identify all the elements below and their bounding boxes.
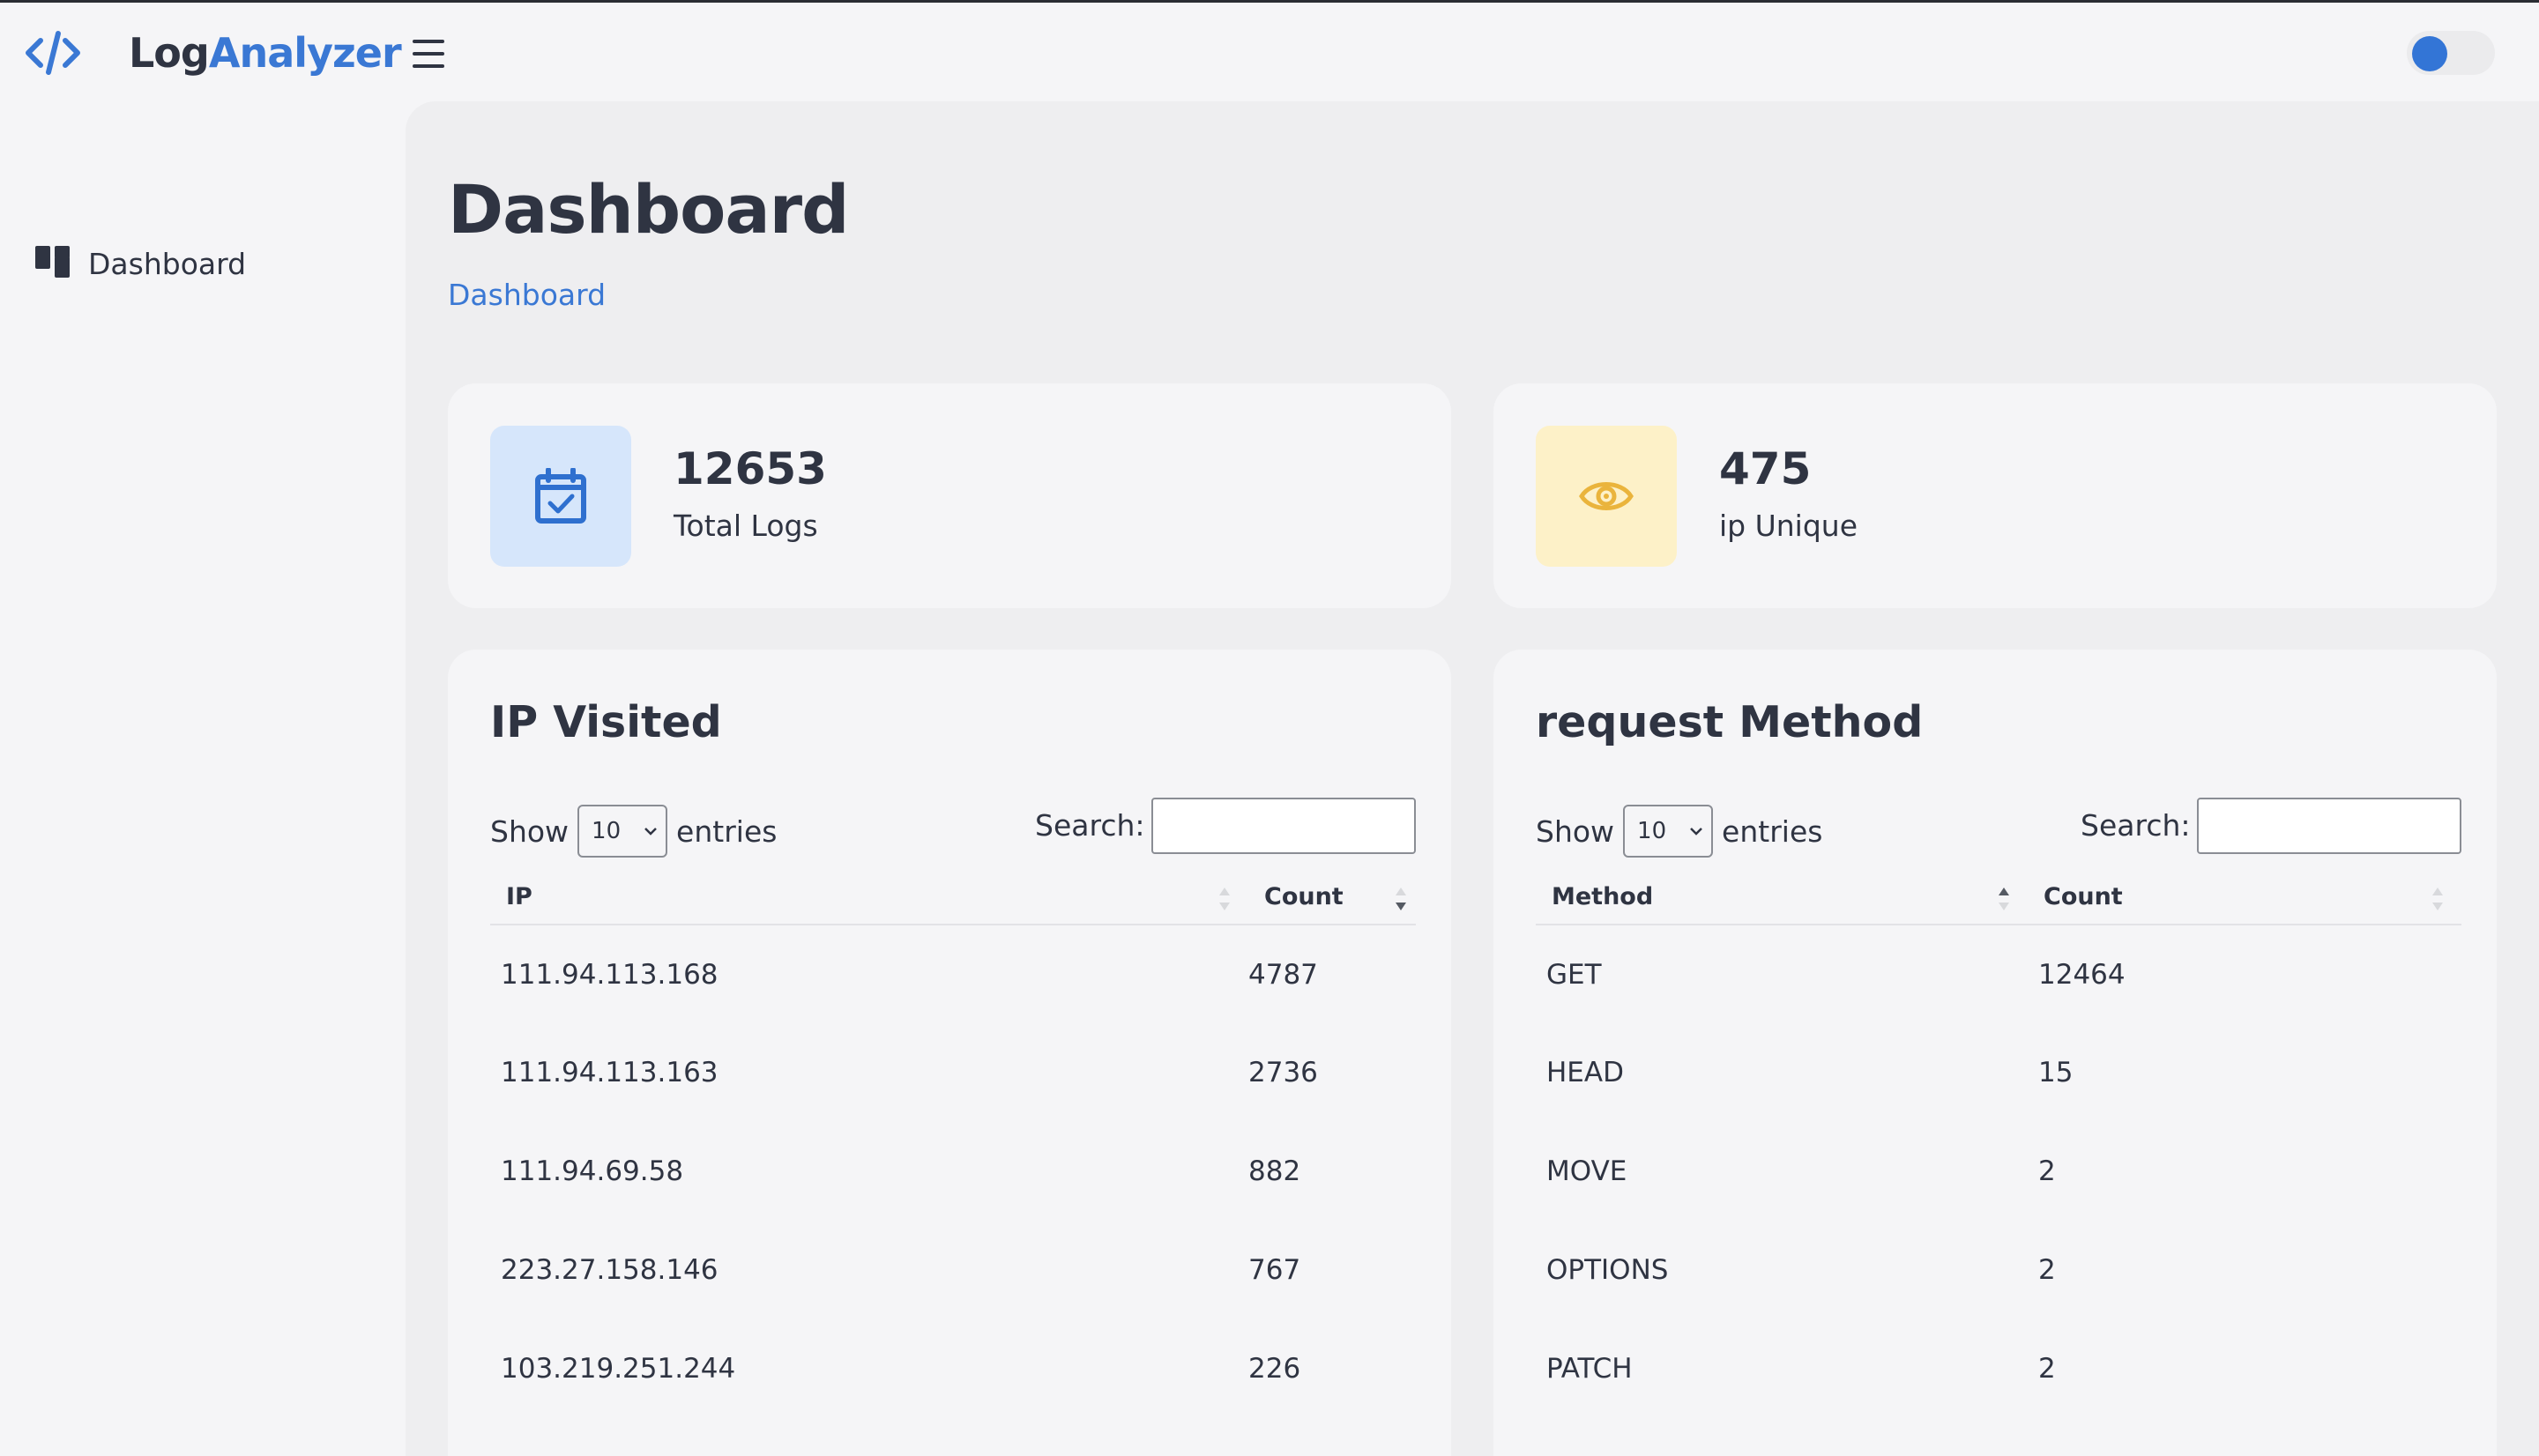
chevron-down-icon: [643, 821, 659, 842]
ip-cell: 223.27.158.146: [501, 1254, 719, 1286]
search-label: Search:: [2081, 808, 2191, 843]
unique-ip-label: ip Unique: [1719, 509, 1858, 543]
brand-name: LogAnalyzer: [129, 29, 402, 77]
sidebar-item-dashboard[interactable]: Dashboard: [35, 242, 246, 285]
count-cell: 226: [1248, 1353, 1301, 1385]
count-cell: 767: [1248, 1254, 1301, 1286]
count-cell: 2736: [1248, 1057, 1318, 1088]
column-header-label: Count: [1264, 883, 1344, 910]
sort-icon: [2430, 884, 2446, 914]
column-header-count[interactable]: Count: [1248, 870, 1416, 925]
toggle-knob: [2412, 36, 2447, 71]
count-cell: 882: [1248, 1155, 1301, 1187]
ip-table: IP Count 111.94.113.168 4787 111.94.113.…: [490, 870, 1416, 1418]
code-brackets-icon: [25, 26, 81, 79]
sort-descending-icon: [1393, 884, 1409, 914]
entries-label: entries: [1722, 813, 1823, 849]
request-method-card: request Method Show 10 entries Search: M: [1493, 650, 2497, 1456]
count-cell: 4787: [1248, 958, 1318, 991]
method-cell: GET: [1546, 958, 1602, 991]
breadcrumb-dashboard-link[interactable]: Dashboard: [448, 278, 606, 312]
top-header: LogAnalyzer: [0, 3, 2539, 101]
show-label: Show: [490, 813, 570, 849]
show-label: Show: [1536, 813, 1615, 849]
column-header-label: Count: [2044, 883, 2123, 910]
stat-card-total-logs: 12653 Total Logs: [448, 383, 1451, 608]
entries-select-value: 10: [592, 818, 622, 844]
table-row: 111.94.113.163 2736: [490, 1023, 1416, 1122]
column-header-label: IP: [506, 883, 532, 910]
table-row: HEAD 15: [1536, 1023, 2461, 1122]
entries-label: entries: [676, 813, 778, 849]
ip-visited-card: IP Visited Show 10 entries Search: IP Co…: [448, 650, 1451, 1456]
search-label: Search:: [1035, 808, 1145, 843]
count-cell: 2: [2038, 1353, 2056, 1385]
method-cell: OPTIONS: [1546, 1254, 1669, 1286]
table-row: GET 12464: [1536, 925, 2461, 1023]
method-table-controls: Show 10 entries Search:: [1536, 798, 2461, 858]
count-cell: 12464: [2038, 958, 2126, 991]
brand-name-part2: Analyzer: [208, 29, 402, 77]
hamburger-menu-icon[interactable]: [411, 36, 446, 71]
column-header-ip[interactable]: IP: [490, 870, 1248, 925]
dashboard-grid-icon: [35, 246, 71, 281]
eye-icon: [1536, 426, 1677, 567]
method-cell: PATCH: [1546, 1353, 1633, 1385]
count-cell: 2: [2038, 1254, 2056, 1286]
total-logs-value: 12653: [674, 443, 827, 494]
ip-cell: 111.94.113.168: [501, 958, 719, 991]
sidebar: Dashboard: [0, 101, 406, 1456]
ip-length-control: Show 10 entries: [490, 805, 777, 858]
unique-ip-value: 475: [1719, 443, 1812, 494]
sidebar-item-label: Dashboard: [88, 246, 247, 281]
theme-toggle-switch[interactable]: [2407, 31, 2495, 75]
page-title: Dashboard: [448, 170, 849, 249]
count-cell: 15: [2038, 1057, 2074, 1088]
sort-icon: [1217, 884, 1232, 914]
entries-select-value: 10: [1637, 818, 1667, 844]
ip-entries-select[interactable]: 10: [577, 805, 668, 858]
table-row: PATCH 2: [1536, 1319, 2461, 1418]
main-content: Dashboard Dashboard 12653 Total Logs 475…: [406, 101, 2539, 1456]
request-method-title: request Method: [1536, 697, 1924, 747]
table-row: 111.94.69.58 882: [490, 1122, 1416, 1221]
ip-visited-title: IP Visited: [490, 697, 722, 747]
table-row: MOVE 2: [1536, 1122, 2461, 1221]
method-search-input[interactable]: [2197, 798, 2461, 854]
brand-name-part1: Log: [129, 29, 210, 77]
ip-cell: 103.219.251.244: [501, 1353, 736, 1385]
method-cell: HEAD: [1546, 1057, 1624, 1088]
calendar-check-icon: [490, 426, 631, 567]
ip-search-input[interactable]: [1151, 798, 1416, 854]
column-header-method[interactable]: Method: [1536, 870, 2028, 925]
table-row: 223.27.158.146 767: [490, 1221, 1416, 1319]
ip-table-controls: Show 10 entries Search:: [490, 798, 1416, 858]
ip-cell: 111.94.69.58: [501, 1155, 684, 1187]
table-row: 111.94.113.168 4787: [490, 925, 1416, 1023]
column-header-count[interactable]: Count: [2028, 870, 2461, 925]
table-row: OPTIONS 2: [1536, 1221, 2461, 1319]
method-length-control: Show 10 entries: [1536, 805, 1822, 858]
brand-logo[interactable]: LogAnalyzer: [25, 22, 402, 84]
table-row: 103.219.251.244 226: [490, 1319, 1416, 1418]
method-cell: MOVE: [1546, 1155, 1627, 1187]
chevron-down-icon: [1688, 821, 1704, 842]
stat-card-unique-ip: 475 ip Unique: [1493, 383, 2497, 608]
ip-cell: 111.94.113.163: [501, 1057, 719, 1088]
total-logs-label: Total Logs: [674, 509, 818, 543]
method-table: Method Count GET 12464 HEAD 15 MOVE 2 OP…: [1536, 870, 2461, 1418]
method-entries-select[interactable]: 10: [1623, 805, 1714, 858]
sort-ascending-icon: [1996, 884, 2012, 914]
count-cell: 2: [2038, 1155, 2056, 1187]
column-header-label: Method: [1552, 883, 1654, 910]
